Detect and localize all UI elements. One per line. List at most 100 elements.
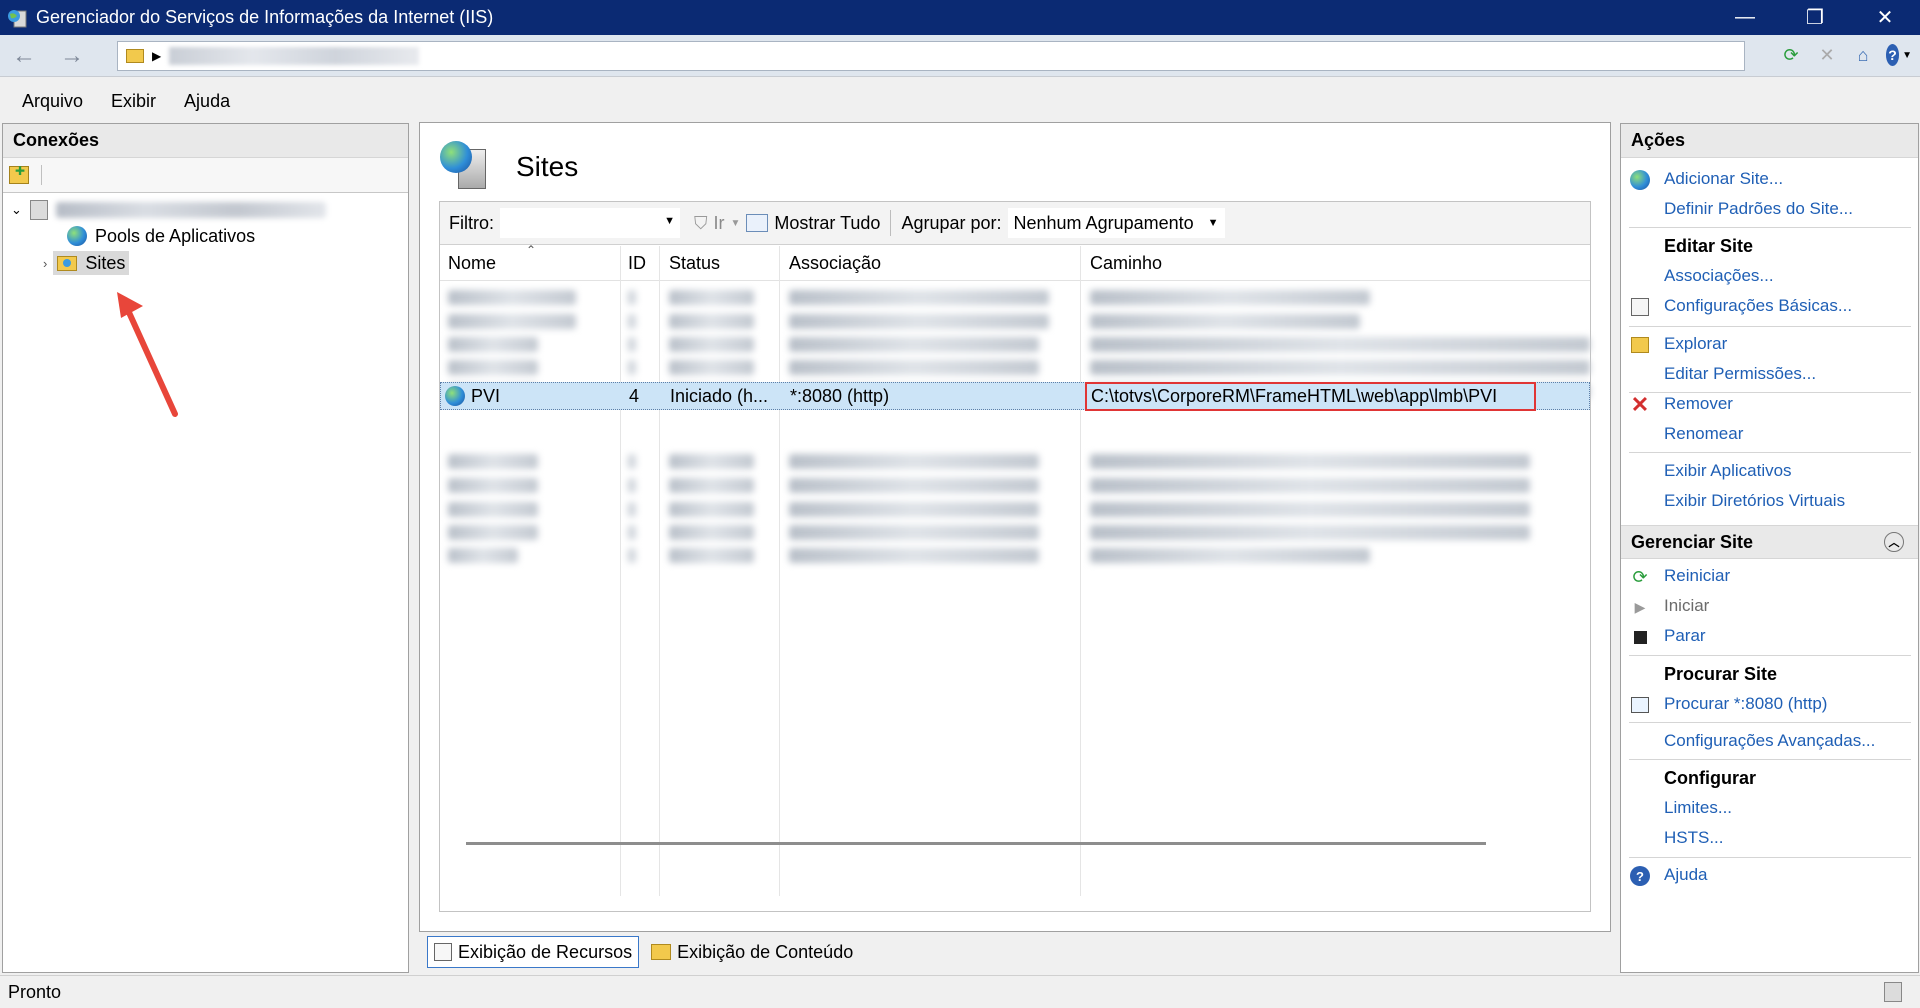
- redacted-cell: [448, 337, 538, 352]
- redacted-cell: [789, 502, 1039, 517]
- tree-item-pools-label: Pools de Aplicativos: [95, 225, 256, 246]
- go-button[interactable]: Ir: [714, 213, 725, 234]
- browse-8080-link[interactable]: Procurar *:8080 (http): [1664, 694, 1827, 714]
- connections-panel: Conexões ✚ ⌄ Pools de Aplicativos › Site…: [2, 123, 409, 973]
- redacted-cell: [1090, 454, 1530, 469]
- minimize-button[interactable]: —: [1710, 0, 1780, 35]
- redacted-cell: [669, 525, 754, 540]
- redacted-cell: [628, 478, 636, 493]
- help-icon[interactable]: ? ▼: [1886, 42, 1912, 68]
- rename-link[interactable]: Renomear: [1664, 424, 1743, 444]
- main-panel: Sites Filtro: ▼ ⛉ Ir ▼ Mostrar Tudo Agru…: [419, 122, 1611, 932]
- help-circle-icon: ?: [1629, 865, 1651, 887]
- filter-bar: Filtro: ▼ ⛉ Ir ▼ Mostrar Tudo Agrupar po…: [440, 202, 1590, 245]
- redacted-cell: [448, 360, 538, 375]
- limits-link[interactable]: Limites...: [1664, 798, 1732, 818]
- go-dropdown-icon[interactable]: ▼: [731, 218, 741, 229]
- menu-ajuda[interactable]: Ajuda: [184, 91, 230, 112]
- col-caminho[interactable]: Caminho: [1090, 253, 1162, 274]
- redacted-cell: [1090, 525, 1530, 540]
- tab-content-view[interactable]: Exibição de Conteúdo: [645, 936, 859, 968]
- tree-server-node[interactable]: ⌄: [11, 198, 326, 222]
- funnel-icon[interactable]: ⛉: [694, 213, 708, 234]
- redacted-cell: [789, 314, 1049, 329]
- edit-permissions-link[interactable]: Editar Permissões...: [1664, 364, 1816, 384]
- show-all-icon[interactable]: [746, 214, 769, 232]
- refresh-icon[interactable]: ⟳: [1778, 42, 1804, 68]
- redacted-cell: [669, 478, 754, 493]
- tree-item-sites[interactable]: › Sites: [43, 251, 130, 275]
- folder-icon: [126, 49, 144, 63]
- redacted-cell: [789, 290, 1049, 305]
- server-icon: [29, 200, 48, 220]
- col-status[interactable]: Status: [669, 253, 720, 274]
- menu-arquivo[interactable]: Arquivo: [22, 91, 83, 112]
- breadcrumb-arrow-icon[interactable]: ▶: [152, 49, 161, 63]
- horizontal-scrollbar[interactable]: [466, 842, 1486, 845]
- site-defaults-link[interactable]: Definir Padrões do Site...: [1664, 199, 1853, 219]
- actions-header: Ações: [1621, 124, 1918, 158]
- basic-settings-link[interactable]: Configurações Básicas...: [1664, 296, 1852, 316]
- cell-path: C:\totvs\CorporeRM\FrameHTML\web\app\lmb…: [1091, 386, 1498, 406]
- tab-content-view-label: Exibição de Conteúdo: [677, 941, 854, 962]
- expand-chevron-icon[interactable]: ›: [43, 256, 47, 271]
- configure-heading: Configurar: [1664, 768, 1756, 788]
- restart-link[interactable]: Reiniciar: [1664, 566, 1730, 586]
- restart-icon: ⟳: [1632, 566, 1648, 587]
- tab-features-view[interactable]: Exibição de Recursos: [427, 936, 640, 968]
- back-arrow-icon[interactable]: ←: [8, 41, 40, 71]
- redacted-cell: [669, 360, 754, 375]
- stop-link[interactable]: Parar: [1664, 626, 1706, 646]
- explore-link[interactable]: Explorar: [1664, 334, 1727, 354]
- stop-icon[interactable]: ✕: [1814, 42, 1840, 68]
- table-row-pvi[interactable]: PVI 4 Iniciado (h... *:8080 (http) C:\to…: [440, 382, 1590, 411]
- manage-site-heading: Gerenciar Site: [1631, 531, 1754, 552]
- col-associacao[interactable]: Associação: [789, 253, 881, 274]
- help-link[interactable]: Ajuda: [1664, 865, 1707, 885]
- hsts-link[interactable]: HSTS...: [1664, 828, 1724, 848]
- col-id[interactable]: ID: [628, 253, 646, 274]
- manage-site-section[interactable]: Gerenciar Site ︿: [1621, 525, 1918, 559]
- start-link[interactable]: Iniciar: [1664, 596, 1709, 616]
- redacted-cell: [448, 478, 538, 493]
- page-title: Sites: [516, 151, 579, 182]
- collapse-chevron-icon[interactable]: ⌄: [11, 202, 22, 218]
- annotation-arrow-icon: [117, 292, 178, 417]
- forward-arrow-icon[interactable]: →: [56, 41, 88, 71]
- restore-button[interactable]: ❐: [1780, 0, 1850, 35]
- table-row[interactable]: [440, 542, 1590, 570]
- bindings-link[interactable]: Associações...: [1664, 266, 1774, 286]
- home-icon[interactable]: ⌂: [1850, 42, 1876, 68]
- cell-binding: *:8080 (http): [790, 386, 890, 406]
- filter-input[interactable]: ▼: [500, 208, 680, 238]
- group-by-label: Agrupar por:: [901, 212, 1002, 233]
- menu-exibir[interactable]: Exibir: [111, 91, 156, 112]
- title-bar: Gerenciador do Serviços de Informações d…: [0, 0, 1920, 35]
- redacted-cell: [1090, 548, 1370, 563]
- edit-site-heading: Editar Site: [1664, 236, 1754, 256]
- redacted-cell: [669, 337, 754, 352]
- collapse-up-icon[interactable]: ︿: [1884, 532, 1904, 552]
- col-nome[interactable]: Nome: [448, 253, 496, 274]
- tree-item-pools[interactable]: Pools de Aplicativos: [67, 224, 255, 248]
- view-vdirs-link[interactable]: Exibir Diretórios Virtuais: [1664, 491, 1845, 511]
- add-site-link[interactable]: Adicionar Site...: [1664, 169, 1783, 189]
- address-field[interactable]: ▶: [117, 41, 1745, 71]
- remove-link[interactable]: Remover: [1664, 394, 1733, 414]
- sites-grid: Filtro: ▼ ⛉ Ir ▼ Mostrar Tudo Agrupar po…: [439, 201, 1591, 912]
- cell-name: PVI: [471, 386, 501, 406]
- redacted-cell: [789, 337, 1039, 352]
- view-apps-link[interactable]: Exibir Aplicativos: [1664, 461, 1792, 481]
- redacted-cell: [1090, 290, 1370, 305]
- connect-icon[interactable]: ✚: [9, 164, 29, 184]
- group-by-select[interactable]: Nenhum Agrupamento ▼: [1007, 208, 1225, 238]
- app-pools-icon: [67, 226, 87, 246]
- tree-item-sites-label: Sites: [85, 252, 126, 273]
- status-server-icon: [1884, 982, 1902, 1002]
- close-button[interactable]: ✕: [1850, 0, 1920, 35]
- redacted-cell: [628, 502, 636, 517]
- redacted-cell: [789, 454, 1039, 469]
- show-all-button[interactable]: Mostrar Tudo: [774, 213, 880, 234]
- advanced-settings-link[interactable]: Configurações Avançadas...: [1664, 731, 1875, 751]
- redacted-cell: [628, 360, 636, 375]
